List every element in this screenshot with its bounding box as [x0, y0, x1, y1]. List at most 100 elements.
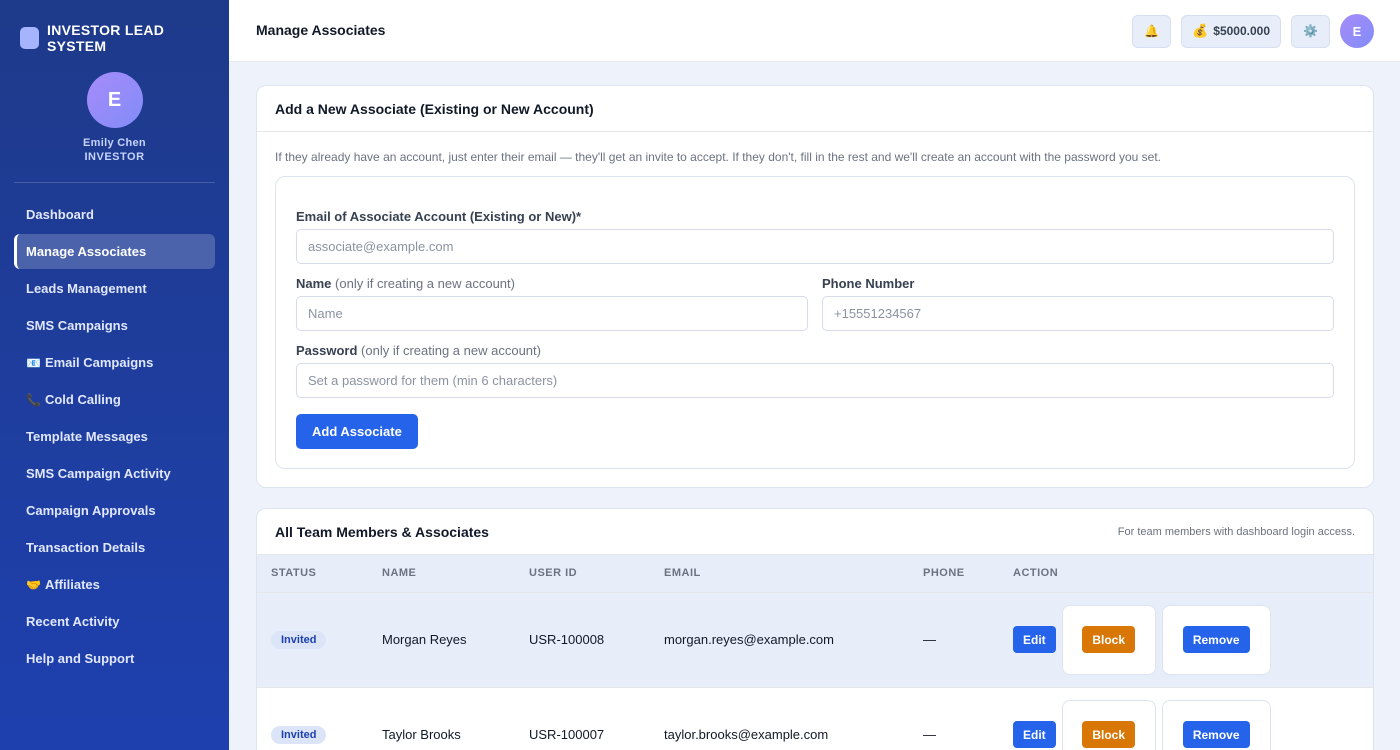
- status-cell: Invited: [257, 592, 368, 687]
- profile-name: Emily Chen: [83, 137, 146, 149]
- phone-field[interactable]: [822, 296, 1334, 331]
- edit-button[interactable]: Edit: [1013, 721, 1056, 749]
- column-header-name: NAME: [382, 567, 417, 580]
- sidebar-item-email-campaigns[interactable]: 📧 Email Campaigns: [14, 345, 215, 380]
- table-row: Invited Taylor Brooks USR-100007 taylor.…: [257, 687, 1373, 750]
- sidebar-nav: Dashboard Manage Associates Leads Manage…: [0, 197, 229, 676]
- sidebar-item-label: Transaction Details: [26, 540, 146, 555]
- card-title: Add a New Associate (Existing or New Acc…: [275, 100, 594, 117]
- user-id-cell: USR-100008: [529, 632, 605, 647]
- add-associate-form: Email of Associate Account (Existing or …: [275, 176, 1355, 469]
- name-label-hint: (only if creating a new account): [335, 276, 515, 291]
- sidebar-item-label: Cold Calling: [44, 392, 121, 407]
- sidebar-item-label: Email Campaigns: [44, 355, 154, 370]
- column-header-email: EMAIL: [664, 567, 701, 580]
- sidebar-item-leads-management[interactable]: Leads Management: [14, 271, 215, 306]
- password-field[interactable]: [296, 363, 1334, 398]
- profile: E Emily Chen INVESTOR: [0, 72, 229, 164]
- table-header-row: STATUS NAME USER ID EMAIL PHONE ACTION: [257, 555, 1373, 592]
- name-cell: Taylor Brooks: [382, 727, 461, 743]
- card-description: If they already have an account, just en…: [275, 150, 1162, 164]
- sidebar-item-label: Recent Activity: [26, 614, 120, 629]
- email-cell: taylor.brooks@example.com: [664, 727, 829, 743]
- column-header-phone: PHONE: [923, 567, 965, 580]
- block-button-container: Block: [1061, 604, 1156, 675]
- balance-value: $5000.000: [1213, 24, 1270, 38]
- sidebar-item-label: Campaign Approvals: [26, 503, 156, 518]
- card-note: For team members with dashboard login ac…: [1117, 525, 1355, 538]
- notifications-button[interactable]: 🔔: [1132, 14, 1172, 48]
- add-associate-card: Add a New Associate (Existing or New Acc…: [256, 85, 1374, 488]
- top-actions: 🔔 💰 $5000.000 ⚙️ E: [1122, 14, 1374, 48]
- sidebar-item-manage-associates[interactable]: Manage Associates: [14, 234, 215, 269]
- team-members-card: All Team Members & Associates For team m…: [256, 508, 1374, 750]
- email-icon: 📧: [26, 355, 41, 370]
- topbar: Manage Associates 🔔 💰 $5000.000 ⚙️ E: [229, 0, 1400, 62]
- sidebar-item-help-and-support[interactable]: Help and Support: [14, 641, 215, 676]
- name-label: Name (only if creating a new account): [296, 276, 515, 291]
- column-header-status: STATUS: [271, 567, 317, 580]
- password-label: Password (only if creating a new account…: [296, 343, 541, 358]
- status-cell: Invited: [257, 687, 368, 750]
- block-button-container: Block: [1061, 699, 1156, 750]
- user-avatar[interactable]: E: [1340, 14, 1374, 48]
- phone-label: Phone Number: [822, 276, 915, 291]
- name-label-text: Name: [296, 276, 332, 291]
- sidebar-item-label: Leads Management: [26, 281, 147, 296]
- remove-button[interactable]: Remove: [1182, 721, 1250, 749]
- handshake-icon: 🤝: [26, 577, 41, 592]
- phone-icon: 📞: [26, 392, 41, 407]
- sidebar-item-dashboard[interactable]: Dashboard: [14, 197, 215, 232]
- block-button[interactable]: Block: [1082, 721, 1136, 749]
- gear-icon: ⚙️: [1303, 24, 1318, 38]
- sidebar-item-label: Manage Associates: [26, 244, 147, 259]
- card-header: All Team Members & Associates For team m…: [257, 509, 1373, 555]
- name-field[interactable]: [296, 296, 808, 331]
- settings-button[interactable]: ⚙️: [1291, 14, 1330, 48]
- sidebar: INVESTOR LEAD SYSTEM E Emily Chen INVEST…: [0, 0, 229, 750]
- sidebar-item-template-messages[interactable]: Template Messages: [14, 419, 215, 454]
- sidebar-item-campaign-approvals[interactable]: Campaign Approvals: [14, 493, 215, 528]
- brand: INVESTOR LEAD SYSTEM: [0, 0, 229, 54]
- email-label: Email of Associate Account (Existing or …: [296, 209, 582, 224]
- money-bag-icon: 💰: [1192, 23, 1209, 38]
- card-title: All Team Members & Associates: [275, 523, 489, 540]
- email-field[interactable]: [296, 229, 1334, 264]
- sidebar-item-recent-activity[interactable]: Recent Activity: [14, 604, 215, 639]
- brand-name: INVESTOR LEAD SYSTEM: [47, 22, 165, 54]
- column-header-action: ACTION: [1013, 567, 1059, 580]
- sidebar-item-transaction-details[interactable]: Transaction Details: [14, 530, 215, 565]
- add-associate-button[interactable]: Add Associate: [296, 414, 418, 449]
- column-header-user-id: USER ID: [529, 567, 578, 580]
- balance-badge[interactable]: 💰 $5000.000: [1181, 14, 1281, 48]
- sidebar-item-affiliates[interactable]: 🤝 Affiliates: [14, 567, 215, 602]
- action-cell: Edit Block Remove: [999, 592, 1373, 687]
- password-label-hint: (only if creating a new account): [361, 343, 541, 358]
- sidebar-item-label: Help and Support: [26, 651, 135, 666]
- page-title: Manage Associates: [256, 22, 386, 38]
- block-button[interactable]: Block: [1082, 626, 1136, 653]
- email-cell: morgan.reyes@example.com: [664, 632, 834, 647]
- remove-button-container: Remove: [1161, 604, 1271, 675]
- bell-icon: 🔔: [1144, 24, 1160, 38]
- sidebar-divider: [14, 182, 215, 183]
- remove-button[interactable]: Remove: [1182, 626, 1250, 653]
- phone-cell: —: [923, 632, 936, 647]
- sidebar-item-label: Dashboard: [26, 207, 94, 222]
- profile-avatar: E: [86, 72, 143, 128]
- name-cell: Morgan Reyes: [382, 632, 467, 647]
- edit-button[interactable]: Edit: [1013, 626, 1056, 653]
- sidebar-item-label: Template Messages: [26, 429, 148, 444]
- remove-button-container: Remove: [1161, 699, 1271, 750]
- sidebar-item-label: SMS Campaign Activity: [26, 466, 171, 481]
- card-header: Add a New Associate (Existing or New Acc…: [257, 86, 1373, 132]
- status-badge: Invited: [271, 725, 327, 744]
- sidebar-item-cold-calling[interactable]: 📞 Cold Calling: [14, 382, 215, 417]
- brand-logo-icon: [20, 27, 39, 49]
- sidebar-item-sms-campaigns[interactable]: SMS Campaigns: [14, 308, 215, 343]
- profile-role: INVESTOR: [84, 151, 145, 163]
- table-row: Invited Morgan Reyes USR-100008 morgan.r…: [257, 592, 1373, 687]
- phone-cell: —: [923, 727, 936, 743]
- sidebar-item-sms-campaign-activity[interactable]: SMS Campaign Activity: [14, 456, 215, 491]
- user-id-cell: USR-100007: [529, 727, 605, 743]
